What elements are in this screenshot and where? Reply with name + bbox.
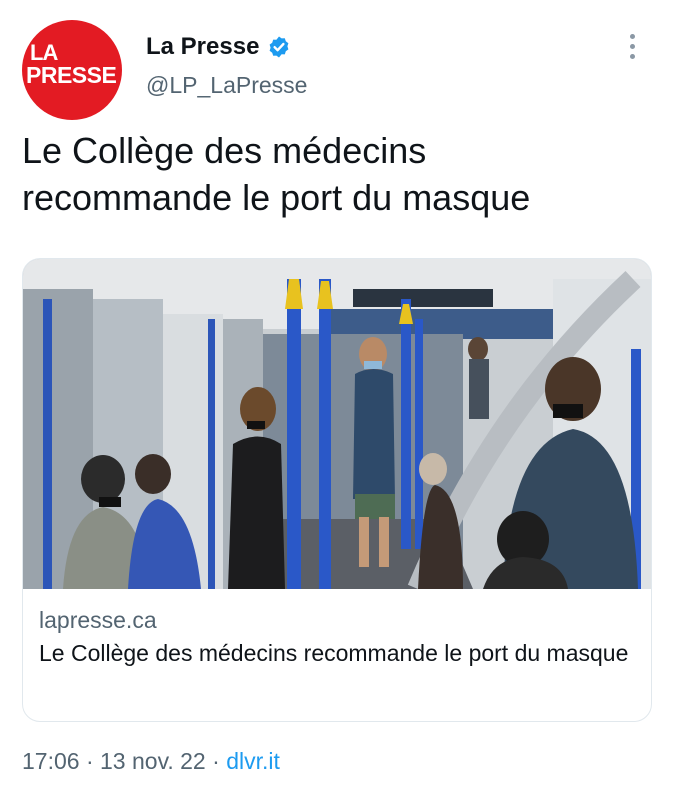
tweet[interactable]: LA PRESSE La Presse @LP_LaPresse Le Coll… xyxy=(0,0,673,800)
more-dot xyxy=(629,34,635,39)
more-dot xyxy=(629,44,635,49)
display-name[interactable]: La Presse xyxy=(146,33,259,61)
account-names: La Presse @LP_LaPresse xyxy=(146,30,307,99)
link-card-domain[interactable]: lapresse.ca xyxy=(39,605,635,635)
tweet-time[interactable]: 17:06 xyxy=(22,748,80,774)
tweet-text: Le Collège des médecins recommande le po… xyxy=(22,130,531,218)
avatar[interactable]: LA PRESSE xyxy=(22,20,122,120)
more-dot xyxy=(629,54,635,59)
link-card-meta: lapresse.ca Le Collège des médecins reco… xyxy=(39,605,635,670)
footer-separator: · xyxy=(205,748,227,774)
tweet-source-link[interactable]: dlvr.it xyxy=(226,748,280,774)
tweet-date[interactable]: 13 nov. 22 xyxy=(100,748,206,774)
footer-separator: · xyxy=(79,748,101,774)
avatar-logo-line1: LA xyxy=(30,40,58,65)
verified-badge-icon xyxy=(270,36,289,58)
link-card-image[interactable] xyxy=(23,259,652,589)
link-card[interactable]: lapresse.ca Le Collège des médecins reco… xyxy=(22,258,652,722)
tweet-header: LA PRESSE La Presse @LP_LaPresse xyxy=(22,20,653,120)
avatar-logo-line2: PRESSE xyxy=(26,62,117,88)
account-handle[interactable]: @LP_LaPresse xyxy=(146,72,307,99)
link-card-title[interactable]: Le Collège des médecins recommande le po… xyxy=(39,637,635,670)
more-options-icon[interactable] xyxy=(627,34,637,64)
display-name-row: La Presse xyxy=(146,30,307,64)
tweet-footer: 17:06 · 13 nov. 22 · dlvr.it xyxy=(22,748,280,775)
